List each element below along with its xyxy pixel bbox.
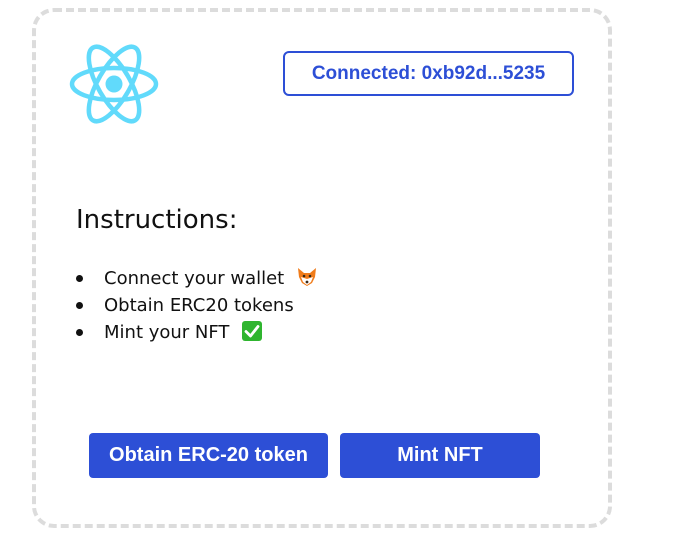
wallet-connected-button[interactable]: Connected: 0xb92d...5235 — [283, 51, 574, 96]
obtain-erc20-button[interactable]: Obtain ERC-20 token — [89, 433, 328, 478]
step-mint-nft: Mint your NFT — [104, 322, 230, 343]
instructions-list: Connect your wallet Obtain ERC20 tokens … — [76, 265, 318, 346]
bullet-icon — [76, 275, 83, 282]
list-item: Obtain ERC20 tokens — [76, 292, 318, 319]
mint-nft-button[interactable]: Mint NFT — [340, 433, 540, 478]
step-obtain-tokens: Obtain ERC20 tokens — [104, 295, 294, 316]
fox-icon — [297, 268, 316, 286]
bullet-icon — [76, 302, 83, 309]
check-mark-icon — [242, 321, 263, 341]
step-connect-wallet: Connect your wallet — [104, 268, 285, 289]
list-item: Mint your NFT — [76, 319, 318, 346]
bullet-icon — [76, 329, 83, 336]
react-logo-icon — [69, 44, 159, 124]
instructions-heading: Instructions: — [76, 205, 238, 235]
list-item: Connect your wallet — [76, 265, 318, 292]
